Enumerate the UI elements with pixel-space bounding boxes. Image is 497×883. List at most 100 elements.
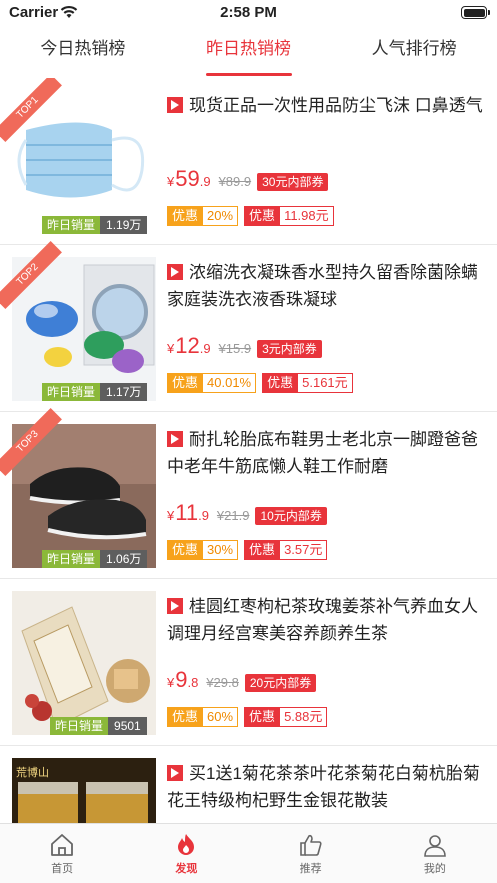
- product-item[interactable]: 荒博山 买1送1菊花茶茶叶花茶菊花白菊杭胎菊花王特级枸杞野生金银花散装: [0, 746, 497, 823]
- shop-icon: [167, 431, 183, 447]
- user-icon: [424, 835, 446, 857]
- tag-value: 60%: [203, 707, 239, 727]
- price-currency: ¥: [167, 508, 175, 523]
- sales-badge: 昨日销量 9501: [50, 717, 147, 735]
- discount-tags: 优惠 40.01% 优惠 5.161元: [167, 373, 359, 393]
- sales-badge: 昨日销量 1.19万: [42, 216, 148, 234]
- coupon-badge[interactable]: 20元内部券: [244, 674, 317, 692]
- product-item[interactable]: 昨日销量 1.17万 TOP2 浓缩洗衣凝珠香水型持久留香除菌除螨家庭装洗衣液香…: [0, 241, 497, 412]
- sales-label: 昨日销量: [50, 717, 109, 735]
- product-item[interactable]: 昨日销量 1.06万 TOP3 耐扎轮胎底布鞋男士老北京一脚蹬爸爸中老年牛筋底懒…: [0, 408, 497, 579]
- thumb-brand-text: 荒博山: [16, 767, 49, 779]
- discount-rate-tag: 优惠 40.01%: [167, 373, 257, 393]
- thumbs-up-icon: [299, 834, 322, 856]
- tag-label: 优惠: [244, 540, 281, 560]
- flame-icon: [178, 834, 195, 855]
- sales-label: 昨日销量: [42, 550, 101, 568]
- tabbar-discover[interactable]: 发现: [124, 824, 248, 883]
- sales-badge: 昨日销量 1.06万: [42, 550, 148, 568]
- discount-amount-tag: 优惠 11.98元: [244, 206, 334, 226]
- discount-tags: 优惠 20% 优惠 11.98元: [167, 206, 340, 226]
- tag-label: 优惠: [244, 707, 281, 727]
- tag-label: 优惠: [262, 373, 299, 393]
- tag-value: 5.161元: [298, 373, 353, 393]
- product-item[interactable]: 昨日销量 9501 桂圆红枣枸杞茶玫瑰姜茶补气养血女人调理月经宫寒美容养颜养生茶…: [0, 579, 497, 746]
- tag-value: 40.01%: [203, 373, 257, 393]
- tabbar-home[interactable]: 首页: [0, 824, 124, 883]
- product-list[interactable]: 昨日销量 1.19万 TOP1 现货正品一次性用品防尘飞沫 口鼻透气 ¥ 59 …: [0, 78, 497, 823]
- original-price: ¥21.9: [216, 508, 250, 523]
- price-integer: 9: [175, 667, 188, 692]
- price-decimal: .9: [198, 508, 209, 523]
- product-title-text: 桂圆红枣枸杞茶玫瑰姜茶补气养血女人调理月经宫寒美容养颜养生茶: [167, 597, 478, 643]
- tab-yesterday[interactable]: 昨日热销榜: [166, 30, 332, 78]
- product-title[interactable]: 现货正品一次性用品防尘飞沫 口鼻透气: [167, 92, 485, 119]
- tabbar-profile[interactable]: 我的: [373, 824, 497, 883]
- tabbar-label: 首页: [51, 863, 74, 875]
- price-row: ¥ 11 .9 ¥21.9 10元内部券: [167, 499, 327, 525]
- tabbar-recommend[interactable]: 推荐: [249, 824, 373, 883]
- tab-popularity[interactable]: 人气排行榜: [331, 30, 497, 78]
- discount-amount-tag: 优惠 3.57元: [244, 540, 328, 560]
- discount-tags: 优惠 60% 优惠 5.88元: [167, 707, 333, 727]
- sales-value: 1.17万: [100, 383, 148, 401]
- shop-icon: [167, 598, 183, 614]
- price-currency: ¥: [167, 341, 175, 356]
- discount-rate-tag: 优惠 60%: [167, 707, 239, 727]
- bottom-tab-bar: 首页 发现 推荐 我的: [0, 823, 497, 883]
- tag-label: 优惠: [167, 206, 204, 226]
- product-title[interactable]: 桂圆红枣枸杞茶玫瑰姜茶补气养血女人调理月经宫寒美容养颜养生茶: [167, 593, 485, 647]
- product-title[interactable]: 买1送1菊花茶茶叶花茶菊花白菊杭胎菊花王特级枸杞野生金银花散装: [167, 760, 485, 814]
- product-image-tea: 昨日销量 9501: [12, 591, 156, 735]
- shop-icon: [167, 765, 183, 781]
- product-title-text: 现货正品一次性用品防尘飞沫 口鼻透气: [189, 96, 483, 115]
- price-decimal: .9: [199, 341, 211, 356]
- product-image-chrysanthemum-tea: 荒博山: [12, 758, 156, 823]
- tabbar-label: 发现: [175, 863, 198, 875]
- tag-value: 30%: [203, 540, 239, 560]
- status-bar: Carrier 2:58 PM: [0, 0, 497, 26]
- tab-label: 昨日热销榜: [206, 39, 291, 58]
- home-icon: [51, 834, 74, 856]
- price-row: ¥ 12 .9 ¥15.9 3元内部券: [167, 332, 322, 358]
- shop-icon: [167, 264, 183, 280]
- tab-label: 今日热销榜: [40, 39, 126, 58]
- discount-rate-tag: 优惠 30%: [167, 540, 239, 560]
- tag-value: 5.88元: [280, 707, 328, 727]
- tag-value: 3.57元: [280, 540, 328, 560]
- tag-label: 优惠: [244, 206, 281, 226]
- sales-value: 9501: [108, 717, 147, 735]
- price-integer: 59: [175, 166, 200, 191]
- tabbar-label: 我的: [423, 863, 446, 875]
- discount-rate-tag: 优惠 20%: [167, 206, 239, 226]
- ranking-tabs: 今日热销榜 昨日热销榜 人气排行榜: [0, 30, 497, 78]
- product-item[interactable]: 昨日销量 1.19万 TOP1 现货正品一次性用品防尘飞沫 口鼻透气 ¥ 59 …: [0, 78, 497, 245]
- price-currency: ¥: [167, 174, 175, 189]
- coupon-badge[interactable]: 10元内部券: [255, 507, 327, 525]
- price-integer: 11: [175, 500, 199, 525]
- product-title[interactable]: 耐扎轮胎底布鞋男士老北京一脚蹬爸爸中老年牛筋底懒人鞋工作耐磨: [167, 426, 485, 480]
- price-currency: ¥: [167, 675, 175, 690]
- product-title-text: 买1送1菊花茶茶叶花茶菊花白菊杭胎菊花王特级枸杞野生金银花散装: [167, 764, 480, 810]
- coupon-badge[interactable]: 3元内部券: [257, 340, 322, 358]
- product-title[interactable]: 浓缩洗衣凝珠香水型持久留香除菌除螨家庭装洗衣液香珠凝球: [167, 259, 485, 313]
- coupon-badge[interactable]: 30元内部券: [257, 173, 329, 191]
- price-row: ¥ 9 .8 ¥29.8 20元内部券: [167, 666, 317, 692]
- tab-today[interactable]: 今日热销榜: [0, 30, 166, 78]
- tag-label: 优惠: [167, 373, 204, 393]
- price-decimal: .9: [199, 174, 211, 189]
- battery-icon: [461, 6, 490, 19]
- tag-label: 优惠: [167, 707, 204, 727]
- price-decimal: .8: [187, 675, 199, 690]
- sales-label: 昨日销量: [42, 383, 101, 401]
- tag-value: 20%: [203, 206, 239, 226]
- discount-amount-tag: 优惠 5.161元: [262, 373, 353, 393]
- discount-tags: 优惠 30% 优惠 3.57元: [167, 540, 333, 560]
- discount-amount-tag: 优惠 5.88元: [244, 707, 328, 727]
- tab-label: 人气排行榜: [371, 39, 457, 58]
- shop-icon: [167, 97, 183, 113]
- sales-value: 1.06万: [100, 550, 148, 568]
- original-price: ¥89.9: [218, 174, 252, 189]
- sales-value: 1.19万: [100, 216, 148, 234]
- price-integer: 12: [175, 333, 200, 358]
